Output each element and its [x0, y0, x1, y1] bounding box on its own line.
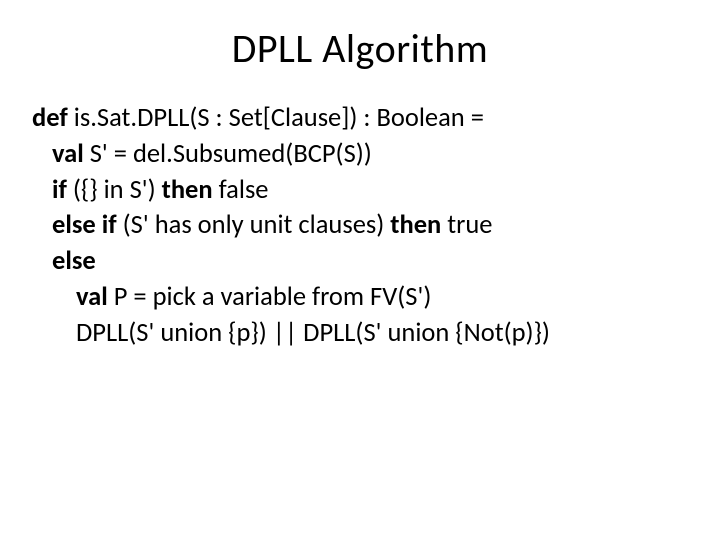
- keyword-val: val: [76, 281, 108, 313]
- keyword-then: then: [162, 174, 213, 206]
- code-line-3: if ({} in S') then false: [32, 173, 690, 209]
- code-line-6: val P = pick a variable from FV(S'): [32, 280, 690, 316]
- slide: DPLL Algorithm def is.Sat.DPLL(S : Set[C…: [30, 24, 690, 516]
- keyword-def: def: [32, 102, 68, 134]
- keyword-elseif: else if: [52, 209, 117, 241]
- code-text: (S' has only unit clauses): [117, 209, 391, 241]
- code-line-5: else: [32, 244, 690, 280]
- code-text: false: [213, 174, 269, 206]
- code-line-4: else if (S' has only unit clauses) then …: [32, 208, 690, 244]
- code-text: S' = del.Subsumed(BCP(S)): [84, 138, 372, 170]
- keyword-if: if: [52, 174, 67, 206]
- code-text: P = pick a variable from FV(S'): [108, 281, 432, 313]
- code-text: true: [441, 209, 492, 241]
- code-line-2: val S' = del.Subsumed(BCP(S)): [32, 137, 690, 173]
- slide-title: DPLL Algorithm: [30, 24, 690, 73]
- code-line-7: DPLL(S' union {p}) || DPLL(S' union {Not…: [32, 316, 690, 352]
- code-block: def is.Sat.DPLL(S : Set[Clause]) : Boole…: [30, 101, 690, 351]
- keyword-val: val: [52, 138, 84, 170]
- code-text: is.Sat.DPLL(S : Set[Clause]) : Boolean =: [68, 102, 484, 134]
- code-text: ({} in S'): [67, 174, 162, 206]
- keyword-then: then: [390, 209, 441, 241]
- keyword-else: else: [52, 245, 96, 277]
- code-text: DPLL(S' union {p}) || DPLL(S' union {Not…: [76, 317, 550, 349]
- code-line-1: def is.Sat.DPLL(S : Set[Clause]) : Boole…: [32, 101, 690, 137]
